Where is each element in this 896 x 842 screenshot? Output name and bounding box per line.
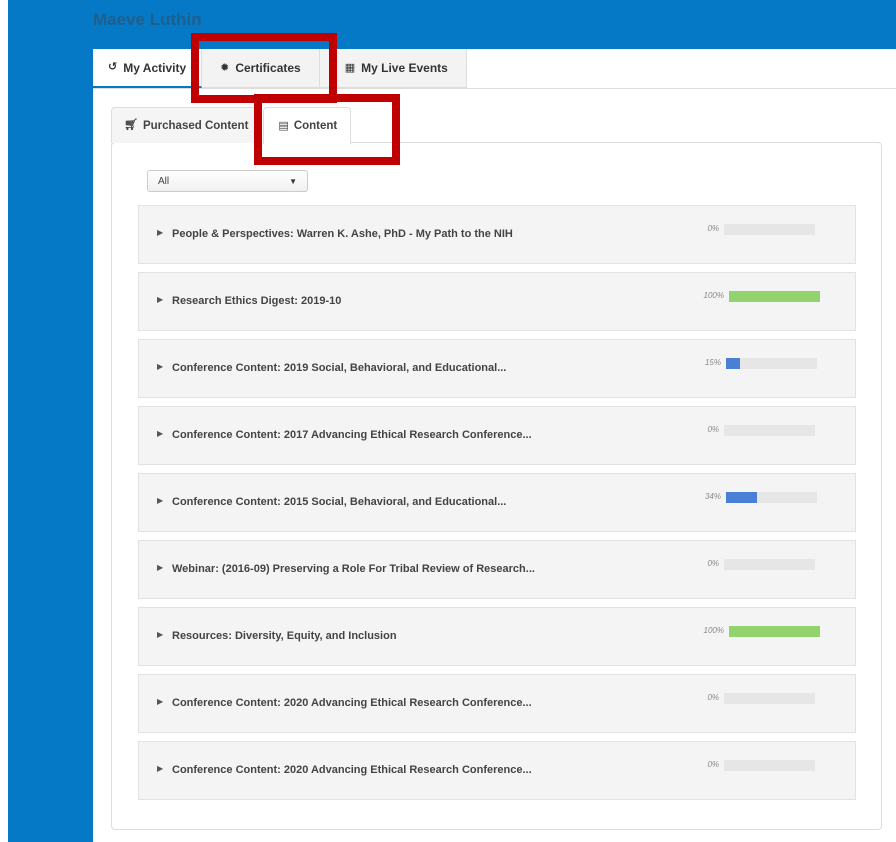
content-title: Conference Content: 2017 Advancing Ethic… (172, 429, 532, 441)
content-title: Conference Content: 2020 Advancing Ethic… (172, 764, 532, 776)
tab-label: Certificates (235, 61, 301, 75)
tab-my-live-events[interactable]: ▦ My Live Events (319, 49, 467, 88)
progress-percent: 15% (704, 358, 721, 367)
tab-label: Content (293, 120, 338, 132)
expand-arrow-icon[interactable]: ▶ (157, 429, 163, 438)
progress-bar (726, 492, 817, 503)
calendar-icon: ▦ (344, 61, 356, 74)
content-row[interactable]: ▶ Conference Content: 2015 Social, Behavi… (138, 473, 856, 532)
progress-bar (724, 559, 815, 570)
progress-bar (724, 760, 815, 771)
content-title: Conference Content: 2019 Social, Behavio… (172, 362, 507, 374)
tab-purchased-content[interactable]: 🛒︎ Purchased Content (111, 107, 262, 143)
content-row[interactable]: ▶ Conference Content: 2020 Advancing Ethi… (138, 674, 856, 733)
content-row[interactable]: ▶ Conference Content: 2017 Advancing Ethi… (138, 406, 856, 465)
tab-my-activity[interactable]: ↺ My Activity (93, 49, 203, 88)
content-tabs: 🛒︎ Purchased Content ▤ Content (111, 107, 352, 144)
content-title: Resources: Diversity, Equity, and Inclus… (172, 630, 397, 642)
content-row[interactable]: ▶ Research Ethics Digest: 2019-10 100% (138, 272, 856, 331)
content-title: Webinar: (2016-09) Preserving a Role For… (172, 563, 535, 575)
tab-label: My Activity (123, 60, 187, 75)
content-row[interactable]: ▶ Conference Content: 2020 Advancing Ethi… (138, 741, 856, 800)
progress-percent: 34% (704, 492, 721, 501)
expand-arrow-icon[interactable]: ▶ (157, 362, 163, 371)
progress-percent: 0% (707, 425, 719, 434)
progress-bar (729, 291, 820, 302)
content-row[interactable]: ▶ Conference Content: 2019 Social, Behavi… (138, 339, 856, 398)
progress-bar (724, 693, 815, 704)
tab-content[interactable]: ▤ Content (263, 107, 352, 144)
expand-arrow-icon[interactable]: ▶ (157, 563, 163, 572)
progress-percent: 100% (703, 626, 724, 635)
caret-down-icon: ▼ (289, 176, 297, 186)
tab-label: My Live Events (361, 61, 448, 75)
expand-arrow-icon[interactable]: ▶ (157, 697, 163, 706)
content-row[interactable]: ▶ Resources: Diversity, Equity, and Inclu… (138, 607, 856, 666)
tab-divider (93, 88, 896, 89)
left-margin (0, 0, 8, 842)
progress-bar-fill (726, 492, 757, 503)
user-name: Maeve Luthin (93, 10, 202, 29)
expand-arrow-icon[interactable]: ▶ (157, 496, 163, 505)
content-filter-select[interactable]: All ▼ (147, 170, 308, 192)
progress-percent: 0% (707, 760, 719, 769)
content-row[interactable]: ▶ Webinar: (2016-09) Preserving a Role Fo… (138, 540, 856, 599)
content-title: Conference Content: 2020 Advancing Ethic… (172, 697, 532, 709)
content-title: Conference Content: 2015 Social, Behavio… (172, 496, 507, 508)
expand-arrow-icon[interactable]: ▶ (157, 764, 163, 773)
progress-percent: 100% (703, 291, 724, 300)
expand-arrow-icon[interactable]: ▶ (157, 295, 163, 304)
progress-bar-fill (729, 291, 820, 302)
progress-bar (729, 626, 820, 637)
content-title: Research Ethics Digest: 2019-10 (172, 295, 342, 307)
filter-value: All (158, 175, 170, 187)
progress-bar (724, 425, 815, 436)
content-title: People & Perspectives: Warren K. Ashe, P… (172, 228, 513, 240)
progress-bar (724, 224, 815, 235)
activity-tabs: ↺ My Activity ✹ Certificates ▦ My Live E… (93, 49, 467, 88)
tab-certificates[interactable]: ✹ Certificates (202, 49, 320, 88)
book-icon: ▤ (278, 119, 289, 132)
expand-arrow-icon[interactable]: ▶ (157, 630, 163, 639)
progress-percent: 0% (707, 224, 719, 233)
expand-arrow-icon[interactable]: ▶ (157, 228, 163, 237)
content-row[interactable]: ▶ People & Perspectives: Warren K. Ashe, … (138, 205, 856, 264)
progress-percent: 0% (707, 693, 719, 702)
progress-bar (726, 358, 817, 369)
history-icon: ↺ (108, 61, 118, 73)
certificate-icon: ✹ (220, 61, 230, 74)
progress-bar-fill (726, 358, 740, 369)
tab-label: Purchased Content (142, 119, 249, 132)
progress-bar-fill (729, 626, 820, 637)
progress-percent: 0% (707, 559, 719, 568)
cart-icon: 🛒︎ (124, 119, 138, 131)
content-list: ▶ People & Perspectives: Warren K. Ashe, … (138, 205, 856, 808)
